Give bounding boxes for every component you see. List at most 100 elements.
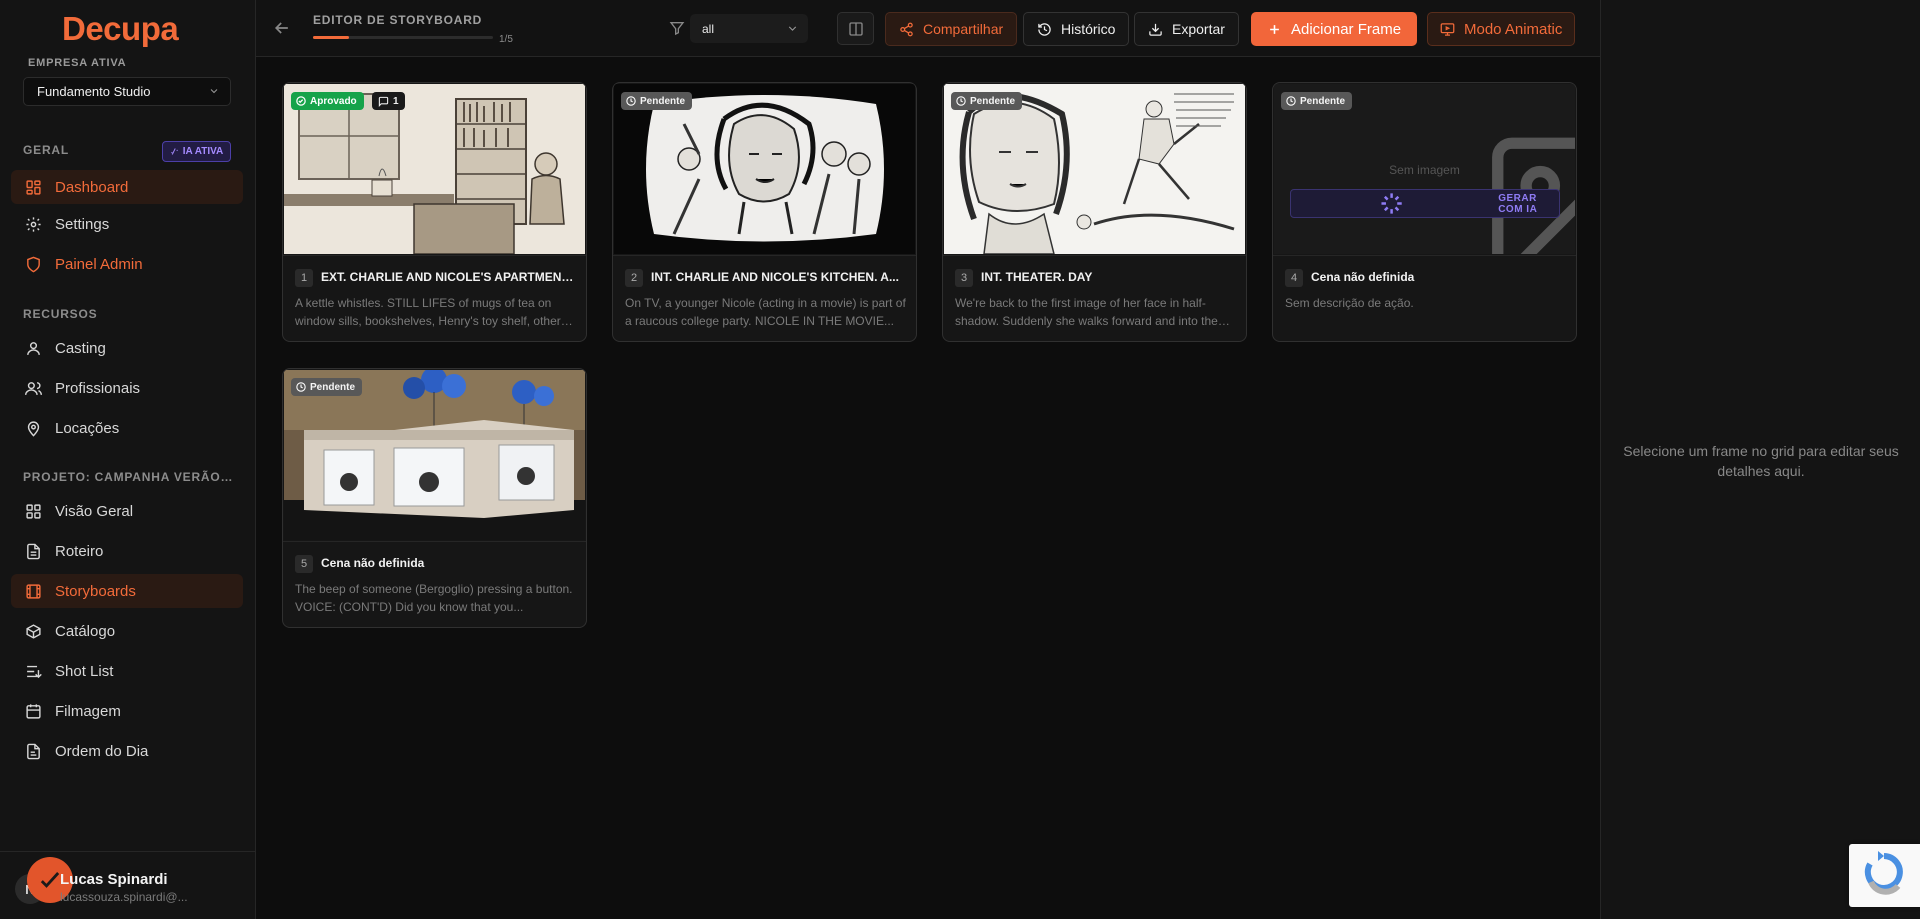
back-arrow-icon[interactable] [272,18,292,38]
ia-active-label: IA ATIVA [182,146,224,157]
recaptcha-badge[interactable] [1849,844,1920,907]
package-icon [26,623,41,639]
status-label: Pendente [1300,95,1346,107]
chevron-down-icon [210,89,218,94]
frame-card-2[interactable]: Pendente 2 INT. CHARLIE AND NICOLE'S KIT… [612,82,917,342]
comment-icon [378,96,389,107]
frame-number: 1 [295,269,313,287]
company-select-value: Fundamento Studio [37,84,151,99]
add-frame-label: Adicionar Frame [1291,20,1402,38]
sidebar: Decupa EMPRESA ATIVA Fundamento Studio G… [0,0,256,919]
sidebar-item-storyboards[interactable]: Storyboards [11,574,243,608]
sidebar-item-label: Roteiro [55,542,104,560]
empty-selection-hint: Selecione um frame no grid para editar s… [1623,443,1899,479]
clipboard-icon [27,743,40,759]
share-button[interactable]: Compartilhar [885,12,1018,46]
sparkle-icon [170,148,178,155]
user-email: lucassouza.spinardi@... [60,890,188,904]
sidebar-item-admin[interactable]: Painel Admin [11,247,243,281]
frame-number: 5 [295,555,313,573]
frame-card-4[interactable]: Sem imagem GERAR COM IA Pendente 4 Cena … [1272,82,1577,342]
sparkle-icon [1381,193,1402,214]
add-frame-button[interactable]: Adicionar Frame [1251,12,1418,46]
frame-description: The beep of someone (Bergoglio) pressing… [295,582,573,614]
sidebar-item-roteiro[interactable]: Roteiro [11,534,243,568]
status-label: Pendente [640,95,686,107]
frame-description: A kettle whistles. STILL LIFES of mugs o… [295,296,561,328]
no-image-text: Sem imagem [1389,163,1460,177]
status-label: Aprovado [310,95,357,107]
user-icon [27,341,40,355]
clock-icon [296,382,306,392]
sidebar-item-casting[interactable]: Casting [11,331,243,365]
columns-icon [848,21,863,36]
chevron-down-icon [788,26,797,31]
frame-number: 2 [625,269,643,287]
calendar-icon [26,703,41,719]
export-label: Exportar [1172,21,1225,37]
clock-icon [956,96,966,106]
animatic-label: Modo Animatic [1464,20,1563,38]
check-circle-icon [296,96,306,106]
frame-details: 5 Cena não definida The beep of someone … [283,541,586,627]
frame-details: 4 Cena não definida Sem descrição de açã… [1273,255,1576,341]
animatic-mode-button[interactable]: Modo Animatic [1427,12,1576,46]
sidebar-item-ordem-do-dia[interactable]: Ordem do Dia [11,734,243,768]
sidebar-item-shot-list[interactable]: Shot List [11,654,243,688]
sidebar-item-label: Catálogo [55,622,116,640]
sidebar-item-dashboard[interactable]: Dashboard [11,170,243,204]
frame-description: Sem descrição de ação. [1285,296,1414,310]
toggle-layout-button[interactable] [837,12,874,45]
status-filter-select[interactable]: all [690,14,808,43]
frame-card-5[interactable]: Pendente 5 Cena não definida The beep of… [282,368,587,628]
gear-icon [26,216,41,232]
generate-with-ai-button[interactable]: GERAR COM IA [1290,189,1560,218]
layout-icon [26,503,41,519]
frame-title: INT. THEATER. DAY [981,270,1093,284]
export-button[interactable]: Exportar [1134,12,1239,46]
sidebar-item-filmagem[interactable]: Filmagem [11,694,243,728]
sidebar-item-label: Locações [55,419,120,437]
frame-description: On TV, a younger Nicole (acting in a mov… [625,296,906,328]
storyboard-grid: Aprovado 1 1 EXT. CHARLIE AND NICOLE'S A… [256,57,1600,919]
status-label: Pendente [310,381,356,393]
user-profile[interactable]: N Lucas Spinardi lucassouza.spinardi@... [0,851,256,919]
frame-details: 2 INT. CHARLIE AND NICOLE'S KITCHEN. A..… [613,255,916,341]
plus-icon [1270,24,1279,34]
page-title: EDITOR DE STORYBOARD [313,13,483,27]
frame-card-1[interactable]: Aprovado 1 1 EXT. CHARLIE AND NICOLE'S A… [282,82,587,342]
image-placeholder-icon [1492,137,1575,254]
sidebar-item-label: Shot List [55,662,114,680]
users-icon [25,381,42,395]
sidebar-item-settings[interactable]: Settings [11,207,243,241]
frame-number: 4 [1285,269,1303,287]
clock-icon [626,96,636,106]
filter-icon [669,22,685,36]
status-badge: Aprovado [291,92,364,110]
section-label-projeto: PROJETO: CAMPANHA VERÃO ... [23,470,233,484]
frame-description: We're back to the first image of her fac… [955,296,1218,328]
history-button[interactable]: Histórico [1023,12,1130,46]
comment-count-badge[interactable]: 1 [372,92,405,110]
frame-details: 3 INT. THEATER. DAY We're back to the fi… [943,255,1246,341]
sidebar-item-label: Filmagem [55,702,121,720]
frame-title: INT. CHARLIE AND NICOLE'S KITCHEN. A... [651,270,899,284]
sidebar-item-label: Dashboard [55,178,129,196]
company-select[interactable]: Fundamento Studio [23,77,231,106]
sidebar-item-visao-geral[interactable]: Visão Geral [11,494,243,528]
sidebar-item-label: Ordem do Dia [55,742,149,760]
sidebar-item-catalogo[interactable]: Catálogo [11,614,243,648]
status-badge: Pendente [1281,92,1353,110]
sidebar-item-locacoes[interactable]: Locações [11,411,243,445]
clock-icon [1286,96,1296,106]
list-icon [27,665,42,678]
progress-text: 1/5 [499,34,513,45]
dashboard-icon [26,179,41,195]
sidebar-item-profissionais[interactable]: Profissionais [11,371,243,405]
app-logo[interactable]: Decupa [62,10,179,48]
recaptcha-icon [1864,851,1903,895]
status-badge: Pendente [621,92,693,110]
section-label-recursos: RECURSOS [23,307,98,321]
frame-title: Cena não definida [321,556,425,570]
frame-card-3[interactable]: Pendente 3 INT. THEATER. DAY We're back … [942,82,1247,342]
